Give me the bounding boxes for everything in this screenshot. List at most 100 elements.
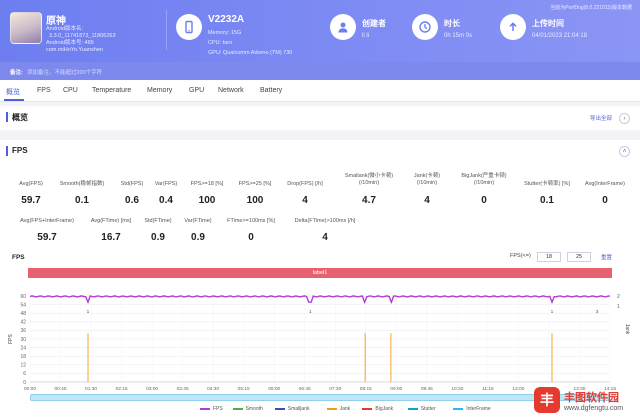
tab-overview[interactable]: 概览 — [6, 87, 20, 97]
timeline-scrollbar[interactable] — [30, 394, 610, 401]
device-gpu: GPU: Qualcomm Adreno (TM) 730 — [208, 50, 293, 56]
metric-value: 0 — [248, 232, 254, 243]
jank-count-label: 1 — [551, 309, 554, 315]
legend-swatch — [326, 408, 337, 410]
device-memory: Memory: 15G — [208, 30, 242, 36]
fps-max-input[interactable]: 25 — [567, 252, 591, 262]
metric-value: 59.7 — [37, 232, 57, 243]
site-logo-icon: 丰 — [534, 387, 560, 413]
x-tick-label: 04:30 — [207, 386, 219, 392]
metric-label: Std(FTime) — [144, 218, 172, 224]
label-bar[interactable]: label1 — [28, 268, 612, 278]
device-model: V2232A — [208, 14, 245, 25]
y-tick-label: 42 — [20, 320, 26, 326]
metric-label: Delta(FTime)>100ms [/h] — [294, 218, 356, 224]
watermark-url: www.dgfengtu.com — [564, 404, 624, 412]
version-note: 当前为PerfDog(8.0.221015)版本数据 — [550, 5, 632, 11]
x-tick-label: 11:15 — [482, 386, 494, 392]
watermark-title: 丰图软件园 — [564, 391, 619, 404]
metric-label: Stutter(卡顿率) [%] — [524, 181, 570, 187]
upload-icon — [500, 14, 526, 40]
fps-section-title: FPS — [12, 146, 28, 155]
legend-label: Smooth — [245, 406, 263, 412]
metric-value: 59.7 — [21, 195, 41, 206]
overview-section: 概览 导出全部 › — [0, 106, 640, 130]
metric-label: Smooth(稳帧指数) — [59, 181, 105, 187]
fps-series-line — [29, 295, 611, 305]
clock-icon — [412, 14, 438, 40]
expand-icon[interactable]: › — [619, 113, 630, 124]
metric-label: Drop(FPS) [/h] — [287, 181, 323, 187]
legend-swatch — [362, 408, 373, 410]
y-tick-label: 18 — [20, 354, 26, 360]
metric-value: 100 — [246, 195, 264, 206]
app-icon — [10, 12, 42, 44]
legend-swatch — [232, 408, 243, 410]
creator-label: 创建者 — [362, 19, 386, 28]
metric-label: Jank(卡顿) (/10min) — [413, 173, 441, 186]
tab-network[interactable]: Network — [218, 87, 244, 94]
x-tick-label: 03:45 — [177, 386, 189, 392]
tab-gpu[interactable]: GPU — [189, 87, 204, 94]
metric-value: 0 — [602, 195, 608, 206]
legend-label: Smalljank — [287, 406, 310, 412]
legend-item-bigjank[interactable]: BigJank — [362, 406, 393, 412]
tab-battery[interactable]: Battery — [260, 87, 282, 94]
legend-swatch — [453, 408, 464, 410]
metric-value: 100 — [198, 195, 216, 206]
x-tick-label: 00:45 — [55, 386, 67, 392]
legend-item-jank[interactable]: Jank — [326, 406, 351, 412]
y2-axis-label: Jank — [624, 324, 630, 335]
legend-swatch — [274, 408, 285, 410]
metric-label: Avg(FPS+InterFrame) — [20, 218, 74, 224]
chevron-up-icon[interactable]: ˄ — [619, 146, 630, 157]
note-input[interactable]: 添加备注，不能超过200个字符 — [27, 68, 102, 76]
metric-label: Smallank(微小卡顿) (/10min) — [344, 173, 394, 186]
app-name: 原神 — [46, 16, 66, 27]
reset-link[interactable]: 重置 — [601, 253, 612, 261]
metric-value: 4 — [424, 195, 430, 206]
metric-value: 0.1 — [540, 195, 554, 206]
section-marker — [6, 146, 8, 156]
y-tick-label: 0 — [23, 380, 26, 386]
overview-title: 概览 — [12, 113, 28, 122]
y-tick-label: 54 — [20, 302, 26, 308]
x-tick-label: 03:00 — [146, 386, 158, 392]
metric-label: Avg(FTime) [ms] — [90, 218, 132, 224]
legend-item-smooth[interactable]: Smooth — [232, 406, 263, 412]
y2-tick-label: 2 — [617, 294, 620, 300]
legend-item-fps[interactable]: FPS — [200, 406, 223, 412]
creator-value: li li — [362, 33, 369, 39]
legend-item-stutter[interactable]: Stutter — [407, 406, 436, 412]
legend-label: Jank — [339, 406, 351, 412]
legend-label: InterFrame — [466, 406, 491, 412]
upload-value: 04/01/2023 21:04:18 — [532, 33, 588, 39]
y-tick-label: 48 — [20, 311, 26, 317]
tab-temperature[interactable]: Temperature — [92, 87, 131, 94]
metric-label: Avg(InterFrame) — [585, 181, 625, 187]
duration-value: 0h 15m 0s — [444, 33, 473, 39]
active-tab-indicator — [4, 99, 24, 101]
jank-count-label: 1 — [309, 309, 312, 315]
export-all-link[interactable]: 导出全部 — [590, 114, 612, 122]
tab-fps[interactable]: FPS — [37, 87, 51, 94]
legend-item-smalljank[interactable]: Smalljank — [274, 406, 310, 412]
legend-swatch — [200, 408, 210, 410]
metric-value: 4.7 — [362, 195, 376, 206]
jank-count-label: 3 — [596, 309, 599, 315]
jank-count-label: 1 — [87, 309, 90, 315]
fps-min-input[interactable]: 18 — [537, 252, 561, 262]
section-marker — [6, 112, 8, 122]
x-tick-label: 00:00 — [24, 386, 36, 392]
report-header: 当前为PerfDog(8.0.221015)版本数据 原神 Android版本名… — [0, 0, 640, 62]
tab-cpu[interactable]: CPU — [63, 87, 78, 94]
note-bar[interactable]: 备注: 添加备注，不能超过200个字符 — [0, 62, 640, 80]
x-tick-label: 06:00 — [268, 386, 280, 392]
x-tick-label: 05:15 — [238, 386, 250, 392]
tab-memory[interactable]: Memory — [147, 87, 172, 94]
header-divider — [166, 10, 167, 50]
legend-item-interframe[interactable]: InterFrame — [453, 406, 491, 412]
metric-label: FPS>=25 [%] — [238, 181, 272, 187]
tab-bar: 概览 FPS CPU Temperature Memory GPU Networ… — [0, 80, 640, 102]
duration-label: 时长 — [444, 19, 460, 28]
